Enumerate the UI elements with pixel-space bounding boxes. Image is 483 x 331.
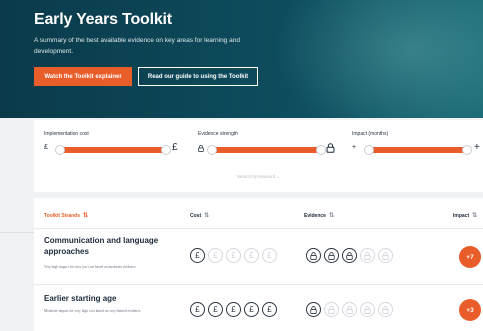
toolkit-table: Toolkit Strands ⇅ Cost ⇅ Evidence ⇅ Impa… bbox=[34, 198, 483, 331]
lock-icon bbox=[324, 302, 339, 317]
cost-header-label: Cost bbox=[190, 212, 202, 219]
plus-min-icon: + bbox=[352, 144, 357, 151]
read-guide-button[interactable]: Read our guide to using the Toolkit bbox=[138, 67, 258, 86]
strands-header-label: Toolkit Strands bbox=[44, 212, 81, 219]
strand-description: Very high impact for very low cost based… bbox=[44, 265, 137, 269]
evidence-rating bbox=[306, 248, 393, 263]
pound-icon: £ bbox=[244, 248, 259, 263]
column-header-cost[interactable]: Cost ⇅ bbox=[190, 212, 210, 220]
evidence-slider-min-handle[interactable] bbox=[207, 145, 217, 155]
lock-icon bbox=[378, 248, 393, 263]
cost-slider[interactable]: £ £ bbox=[44, 142, 180, 155]
impact-slider-track bbox=[366, 147, 468, 153]
cost-rating: £ £ £ £ £ bbox=[190, 302, 277, 317]
page-title: Early Years Toolkit bbox=[34, 11, 172, 28]
strand-description: Moderate impact for very high cost based… bbox=[44, 309, 142, 313]
cost-slider-max-handle[interactable] bbox=[161, 145, 171, 155]
pound-icon: £ bbox=[262, 248, 277, 263]
impact-filter: Impact (months) + + bbox=[352, 131, 482, 155]
watch-explainer-button[interactable]: Watch the Toolkit explainer bbox=[34, 67, 132, 86]
page-description: A summary of the best available evidence… bbox=[34, 37, 240, 55]
lock-max-icon bbox=[326, 143, 335, 153]
row-divider bbox=[34, 284, 483, 285]
column-header-impact[interactable]: Impact ⇅ bbox=[453, 212, 478, 220]
evidence-rating bbox=[306, 302, 393, 317]
pound-icon: £ bbox=[226, 248, 241, 263]
pound-icon: £ bbox=[190, 302, 205, 317]
lock-icon bbox=[360, 302, 375, 317]
impact-slider[interactable]: + + bbox=[352, 142, 482, 155]
pound-icon: £ bbox=[190, 248, 205, 263]
lock-icon bbox=[306, 302, 321, 317]
header-divider bbox=[34, 228, 483, 229]
impact-badge[interactable]: +7 bbox=[459, 246, 481, 268]
evidence-filter: Evidence strength bbox=[198, 131, 335, 155]
cost-rating: £ £ £ £ £ bbox=[190, 248, 277, 263]
pound-icon: £ bbox=[244, 302, 259, 317]
search-by-keyword-toggle[interactable]: Search by keyword ⌄ bbox=[34, 174, 483, 180]
lock-icon bbox=[342, 248, 357, 263]
lock-icon bbox=[378, 302, 393, 317]
cost-slider-min-handle[interactable] bbox=[55, 145, 65, 155]
impact-badge[interactable]: +3 bbox=[459, 299, 481, 321]
sort-icon: ⇅ bbox=[204, 213, 210, 219]
pound-icon: £ bbox=[208, 302, 223, 317]
hero-banner: Early Years Toolkit A summary of the bes… bbox=[0, 0, 483, 130]
evidence-header-label: Evidence bbox=[304, 212, 326, 219]
sort-icon: ⇅ bbox=[83, 213, 89, 219]
cost-filter: Implementation cost £ £ bbox=[44, 131, 180, 155]
pound-min-icon: £ bbox=[44, 144, 48, 151]
search-keyword-label: Search by keyword bbox=[236, 174, 276, 179]
lock-min-icon bbox=[198, 145, 204, 152]
evidence-slider-max-handle[interactable] bbox=[316, 145, 326, 155]
evidence-slider-track bbox=[210, 147, 322, 153]
cost-filter-label: Implementation cost bbox=[44, 131, 89, 137]
sort-icon: ⇅ bbox=[472, 213, 478, 219]
impact-filter-label: Impact (months) bbox=[352, 131, 389, 137]
lock-icon bbox=[324, 248, 339, 263]
chevron-down-icon: ⌄ bbox=[276, 174, 281, 179]
column-header-strands[interactable]: Toolkit Strands ⇅ bbox=[44, 212, 89, 220]
divider bbox=[0, 232, 34, 233]
column-header-evidence[interactable]: Evidence ⇅ bbox=[304, 212, 334, 220]
strand-title[interactable]: Communication and language approaches bbox=[44, 235, 184, 257]
evidence-filter-label: Evidence strength bbox=[198, 131, 239, 137]
impact-slider-max-handle[interactable] bbox=[462, 145, 472, 155]
pound-max-icon: £ bbox=[172, 142, 178, 153]
lock-icon bbox=[342, 302, 357, 317]
evidence-slider[interactable] bbox=[198, 143, 335, 155]
pound-icon: £ bbox=[226, 302, 241, 317]
impact-slider-min-handle[interactable] bbox=[364, 145, 374, 155]
sort-icon: ⇅ bbox=[328, 213, 334, 219]
filter-panel: Implementation cost £ £ Evidence strengt… bbox=[34, 120, 483, 192]
lock-icon bbox=[360, 248, 375, 263]
impact-header-label: Impact bbox=[453, 212, 470, 219]
plus-max-icon: + bbox=[474, 142, 480, 153]
cost-slider-track bbox=[58, 147, 166, 153]
pound-icon: £ bbox=[208, 248, 223, 263]
pound-icon: £ bbox=[262, 302, 277, 317]
lock-icon bbox=[306, 248, 321, 263]
